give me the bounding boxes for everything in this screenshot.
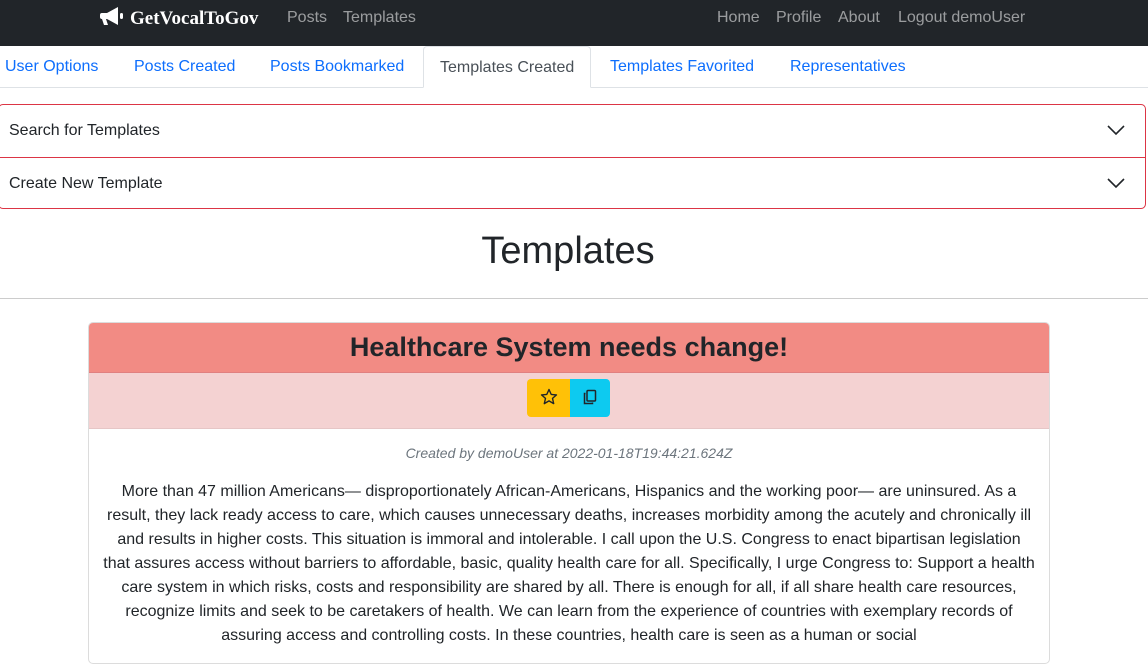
divider	[0, 298, 1148, 299]
tab-user-options[interactable]: User Options	[0, 46, 103, 87]
accordion-search-templates[interactable]: Search for Templates	[0, 105, 1145, 157]
nav-posts[interactable]: Posts	[287, 9, 327, 27]
tab-posts-bookmarked[interactable]: Posts Bookmarked	[265, 46, 409, 87]
nav-about[interactable]: About	[838, 9, 880, 27]
tab-templates-favorited[interactable]: Templates Favorited	[605, 46, 759, 87]
copy-button[interactable]	[570, 379, 610, 417]
template-accordion: Search for Templates Create New Template	[0, 104, 1146, 209]
template-card: Healthcare System needs change! Created …	[88, 322, 1050, 664]
top-navbar: GetVocalToGov Posts Templates Home Profi…	[0, 0, 1148, 46]
template-title: Healthcare System needs change!	[89, 323, 1049, 373]
template-meta: Created by demoUser at 2022-01-18T19:44:…	[405, 445, 733, 461]
template-body: More than 47 million Americans— dispropo…	[103, 483, 1035, 644]
accordion-create-template[interactable]: Create New Template	[0, 158, 1145, 210]
brand-name: GetVocalToGov	[130, 8, 259, 29]
copy-icon	[582, 389, 598, 408]
accordion-create-label: Create New Template	[9, 175, 163, 192]
template-actions	[89, 373, 1049, 429]
star-icon	[540, 388, 558, 409]
chevron-down-icon	[1107, 176, 1125, 194]
accordion-search-label: Search for Templates	[9, 122, 160, 139]
nav-home[interactable]: Home	[717, 9, 760, 27]
profile-tabs: User Options Posts Created Posts Bookmar…	[0, 46, 1148, 88]
tab-representatives[interactable]: Representatives	[785, 46, 911, 87]
nav-templates[interactable]: Templates	[343, 9, 416, 27]
page-title: Templates	[481, 230, 655, 272]
megaphone-icon	[100, 5, 130, 33]
brand-link[interactable]: GetVocalToGov	[100, 6, 258, 32]
tab-templates-created[interactable]: Templates Created	[423, 46, 592, 88]
chevron-down-icon	[1107, 123, 1125, 141]
tab-posts-created[interactable]: Posts Created	[129, 46, 240, 87]
nav-profile[interactable]: Profile	[776, 9, 821, 27]
favorite-button[interactable]	[527, 379, 570, 417]
nav-logout[interactable]: Logout demoUser	[898, 9, 1025, 27]
